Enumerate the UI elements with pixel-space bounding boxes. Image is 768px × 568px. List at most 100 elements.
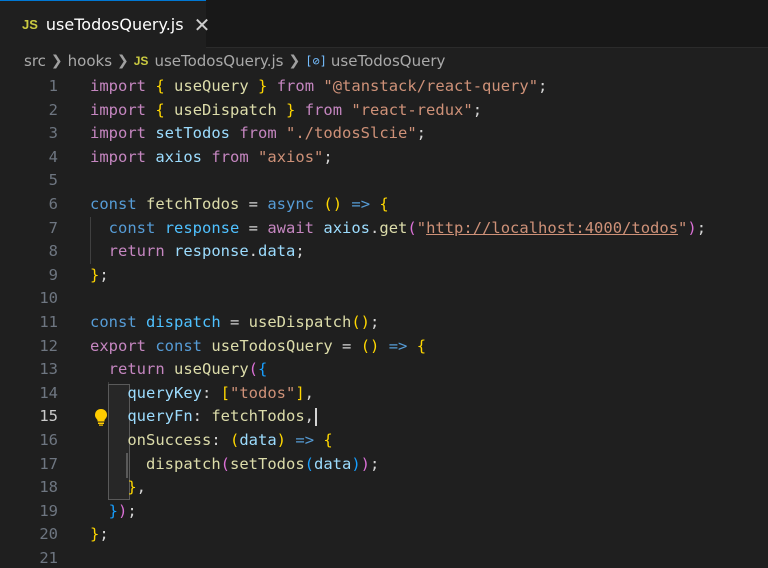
code-line[interactable]: 5 (0, 169, 768, 193)
line-number: 10 (39, 289, 58, 308)
code-token: ) (687, 218, 697, 237)
code-text: import axios from "axios"; (90, 146, 333, 170)
line-number: 2 (48, 100, 58, 119)
code-token: ; (416, 124, 427, 143)
code-line[interactable]: 4 import axios from "axios"; (0, 146, 768, 170)
code-token: useQuery (174, 360, 249, 379)
chevron-right-icon: ❯ (117, 53, 129, 69)
close-icon[interactable]: ✕ (194, 15, 211, 35)
code-line[interactable]: 19 }); (0, 500, 768, 524)
lightbulb-icon[interactable] (93, 408, 109, 427)
code-line[interactable]: 10 (0, 287, 768, 311)
line-number: 9 (48, 265, 58, 284)
code-line[interactable]: 6 const fetchTodos = async () => { (0, 193, 768, 217)
code-text: const fetchTodos = async () => { (90, 193, 389, 217)
code-token: "./todosSlcie" (286, 124, 417, 143)
code-token: : (211, 431, 230, 449)
code-token: data (314, 454, 352, 473)
line-number: 3 (48, 124, 58, 143)
code-token: : (201, 383, 221, 402)
code-token: , (136, 478, 147, 497)
line-number: 7 (48, 218, 58, 237)
breadcrumb-hooks[interactable]: hooks (68, 52, 112, 70)
code-text: const response = await axios.get("http:/… (90, 217, 706, 241)
tab-usetodosquery[interactable]: JS useTodosQuery.js ✕ (0, 0, 210, 48)
code-token: , (304, 407, 314, 426)
code-token: const (155, 336, 203, 355)
breadcrumb-symbol[interactable]: useTodosQuery (331, 52, 445, 70)
js-file-icon: JS (133, 54, 149, 68)
code-line[interactable]: 20}; (0, 523, 768, 547)
code-token: ; (323, 147, 333, 166)
code-token: useQuery (174, 77, 249, 95)
symbol-variable-icon: [⊘] (305, 54, 327, 68)
code-token: ; (696, 218, 707, 237)
code-line[interactable]: 3 import setTodos from "./todosSlcie"; (0, 122, 768, 146)
code-token: } (258, 77, 268, 95)
line-number: 20 (39, 525, 58, 544)
code-line[interactable]: 12 export const useTodosQuery = () => { (0, 335, 768, 359)
code-line[interactable]: 8 return response.data; (0, 240, 768, 264)
code-token: await (267, 218, 315, 237)
code-line[interactable]: 18 }, (0, 476, 768, 500)
code-token: { (258, 360, 268, 379)
line-number: 11 (39, 313, 58, 331)
code-token: import (90, 124, 146, 143)
line-number: 14 (39, 383, 58, 402)
code-token: from (239, 124, 277, 143)
code-token: http://localhost:4000/todos (426, 218, 679, 237)
code-line[interactable]: 15 queryFn: fetchTodos, (0, 405, 768, 429)
code-token: "axios" (258, 147, 324, 166)
code-editor[interactable]: 1 import { useQuery } from "@tanstack/rea… (0, 74, 768, 568)
code-token: setTodos (155, 124, 230, 143)
code-token: " (416, 218, 427, 237)
code-line[interactable]: 16 onSuccess: (data) => { (0, 429, 768, 453)
code-line[interactable]: 21 (0, 547, 768, 568)
code-line[interactable]: 11 const dispatch = useDispatch(); (0, 311, 768, 335)
code-line[interactable]: 13 return useQuery({ (0, 358, 768, 382)
code-token: dispatch (146, 454, 221, 473)
code-token: get (379, 218, 408, 237)
code-token: () (351, 313, 370, 331)
code-token: "todos" (230, 383, 296, 402)
line-number: 19 (39, 501, 58, 520)
code-line[interactable]: 2 import { useDispatch } from "react-redu… (0, 99, 768, 123)
line-number: 4 (48, 147, 58, 166)
code-line[interactable]: 1 import { useQuery } from "@tanstack/rea… (0, 75, 768, 99)
line-number: 8 (48, 242, 58, 261)
line-number: 18 (39, 478, 58, 497)
code-token: "@tanstack/react-query" (323, 77, 539, 95)
code-token: } (90, 525, 100, 544)
code-token: const (90, 313, 137, 331)
breadcrumb-file[interactable]: useTodosQuery.js (154, 52, 283, 70)
code-token: = (220, 313, 249, 331)
code-token: { (155, 100, 165, 119)
code-text: queryKey: ["todos"], (90, 382, 314, 406)
code-token: { (416, 336, 427, 355)
code-token: " (678, 218, 688, 237)
code-token: { (323, 431, 333, 449)
line-number: 1 (48, 77, 58, 95)
code-line[interactable]: 14 queryKey: ["todos"], (0, 382, 768, 406)
code-token: ) (276, 431, 287, 449)
code-text: import setTodos from "./todosSlcie"; (90, 122, 426, 146)
code-token: response (174, 242, 249, 261)
code-line[interactable]: 17 dispatch(setTodos(data)); (0, 453, 768, 477)
code-line[interactable]: 7 const response = await axios.get("http… (0, 217, 768, 241)
code-line[interactable]: 9}; (0, 264, 768, 288)
code-token: ] (295, 383, 305, 402)
breadcrumb-src[interactable]: src (24, 52, 46, 70)
